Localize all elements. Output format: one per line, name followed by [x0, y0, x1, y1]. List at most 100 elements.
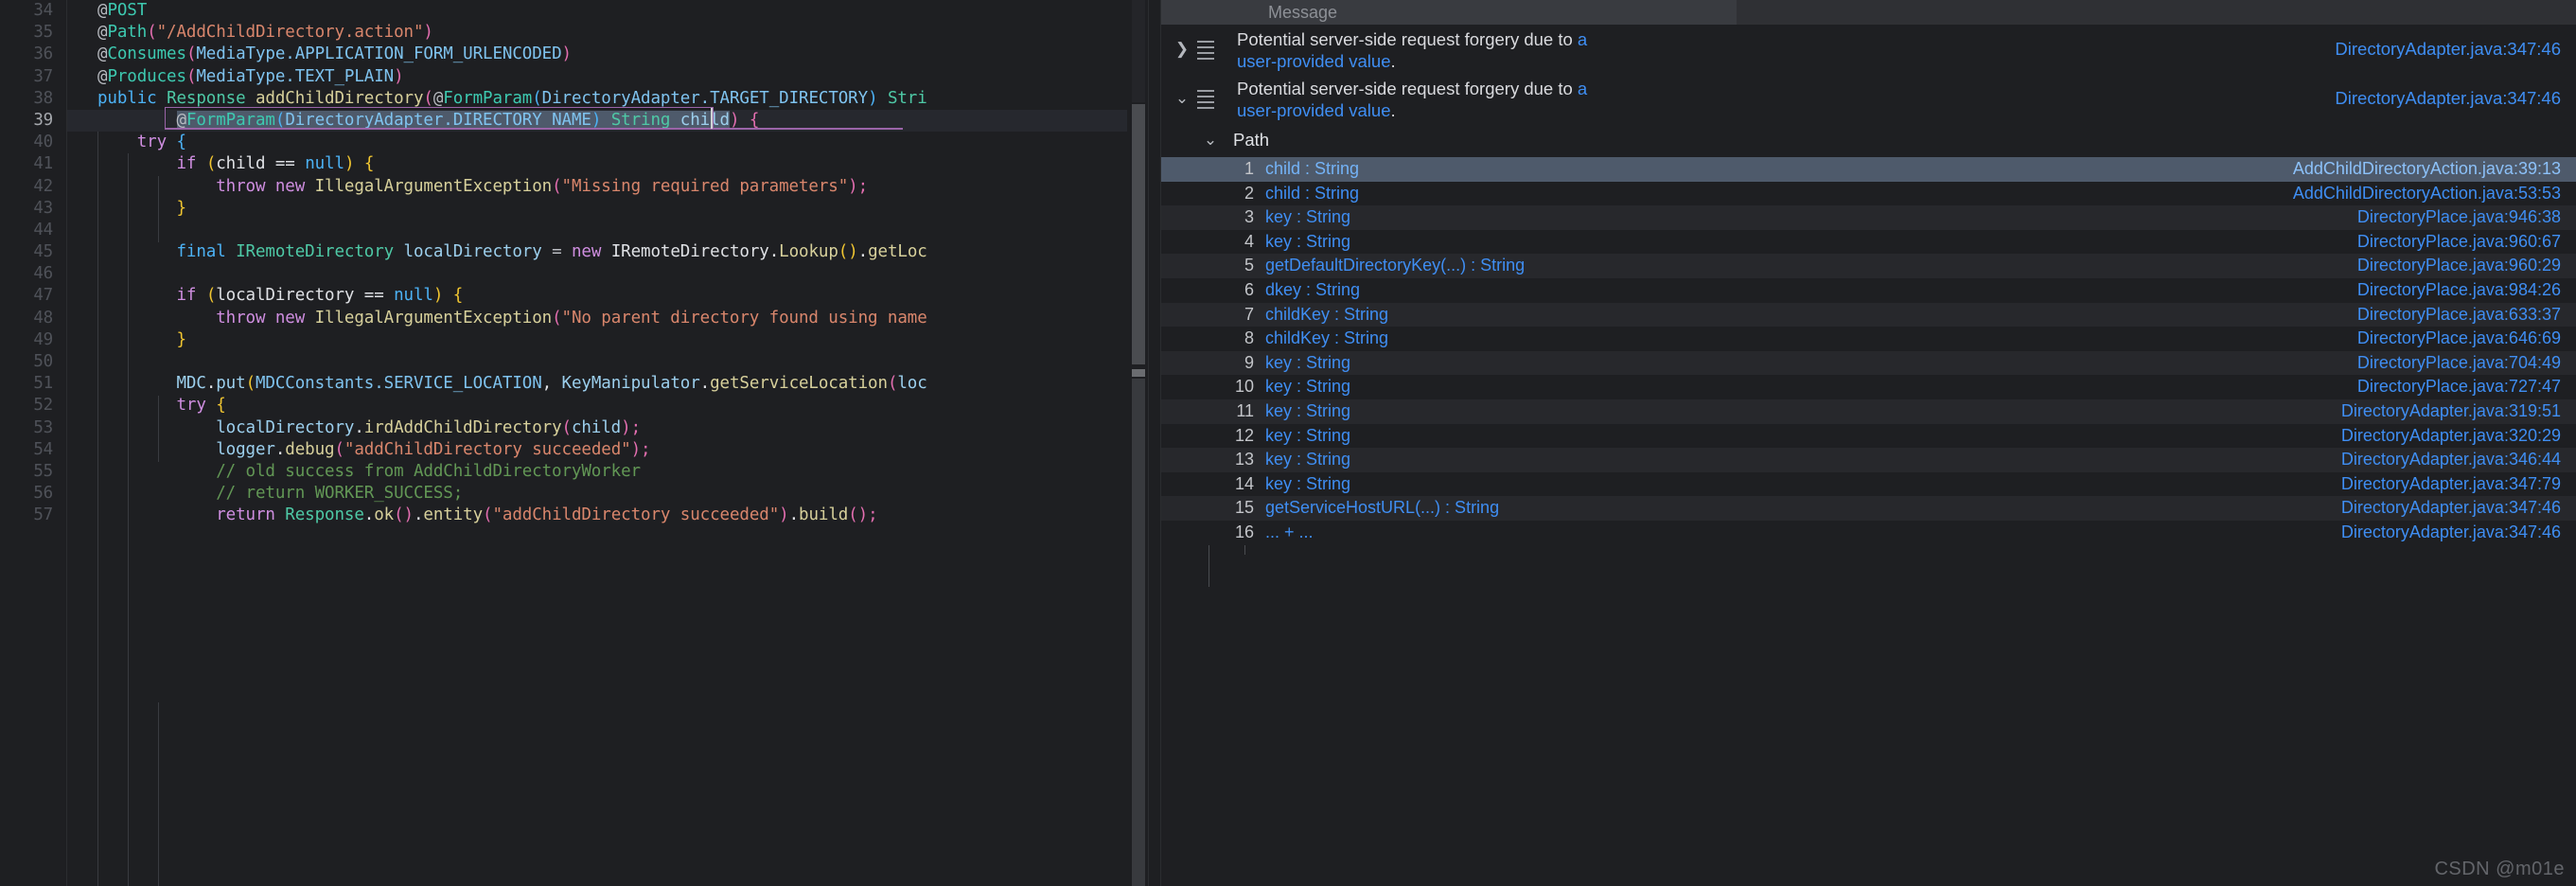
code-line[interactable] — [67, 263, 1148, 285]
path-item-label[interactable]: childKey : String — [1265, 303, 1388, 328]
editor-vertical-scrollbar[interactable] — [1127, 0, 1148, 886]
code-line[interactable]: throw new IllegalArgumentException("Miss… — [67, 176, 1148, 198]
path-item-location[interactable]: DirectoryAdapter.java:347:46 — [2341, 521, 2561, 545]
line-number[interactable]: 41 — [0, 153, 66, 175]
code-editor-pane[interactable]: 34 35 36 37 38 39 40 41 42 43 44 45 46 4… — [0, 0, 1148, 886]
path-item-row[interactable]: 15 getServiceHostURL(...) : String Direc… — [1161, 496, 2576, 521]
path-item-row[interactable]: 3 key : String DirectoryPlace.java:946:3… — [1161, 205, 2576, 230]
code-line[interactable]: } — [67, 198, 1148, 220]
line-number[interactable]: 49 — [0, 329, 66, 351]
path-item-location[interactable]: DirectoryAdapter.java:346:44 — [2341, 448, 2561, 472]
line-number[interactable]: 42 — [0, 176, 66, 198]
path-item-location[interactable]: DirectoryPlace.java:646:69 — [2357, 327, 2561, 351]
path-item-label[interactable]: key : String — [1265, 230, 1350, 255]
path-item-row[interactable]: 4 key : String DirectoryPlace.java:960:6… — [1161, 229, 2576, 255]
location-column-header-cell[interactable] — [1737, 0, 2576, 25]
path-item-location[interactable]: AddChildDirectoryAction.java:53:53 — [2293, 182, 2561, 206]
path-item-location[interactable]: DirectoryAdapter.java:319:51 — [2341, 399, 2561, 424]
line-number[interactable]: 56 — [0, 483, 66, 505]
path-item-location[interactable]: DirectoryAdapter.java:347:46 — [2341, 496, 2561, 521]
path-item-label[interactable]: dkey : String — [1265, 278, 1360, 303]
code-line[interactable]: MDC.put(MDCConstants.SERVICE_LOCATION, K… — [67, 373, 1148, 395]
finding-location-link[interactable]: DirectoryAdapter.java:347:46 — [2335, 39, 2561, 60]
code-line[interactable]: logger.debug("addChildDirectory succeede… — [67, 439, 1148, 461]
code-line[interactable]: } — [67, 329, 1148, 351]
path-item-location[interactable]: DirectoryPlace.java:960:67 — [2357, 230, 2561, 255]
code-line[interactable]: @POST — [67, 0, 1148, 22]
path-item-row[interactable]: 8 childKey : String DirectoryPlace.java:… — [1161, 327, 2576, 351]
path-item-label[interactable]: key : String — [1265, 351, 1350, 376]
path-item-row[interactable]: 2 child : String AddChildDirectoryAction… — [1161, 181, 2576, 206]
path-item-location[interactable]: DirectoryPlace.java:984:26 — [2357, 278, 2561, 303]
code-line[interactable] — [67, 351, 1148, 373]
line-number[interactable]: 45 — [0, 241, 66, 263]
code-line[interactable]: @Consumes(MediaType.APPLICATION_FORM_URL… — [67, 44, 1148, 65]
finding-location-link[interactable]: DirectoryAdapter.java:347:46 — [2335, 88, 2561, 109]
path-item-label[interactable]: key : String — [1265, 472, 1350, 497]
path-group-header[interactable]: ⌄ Path — [1161, 123, 2576, 157]
chevron-down-icon[interactable]: ⌄ — [1197, 123, 1224, 157]
code-line[interactable]: try { — [67, 132, 1148, 153]
code-line[interactable] — [67, 220, 1148, 241]
line-number-gutter[interactable]: 34 35 36 37 38 39 40 41 42 43 44 45 46 4… — [0, 0, 66, 886]
scrollbar-thumb[interactable] — [1132, 104, 1145, 364]
path-item-row[interactable]: 6 dkey : String DirectoryPlace.java:984:… — [1161, 277, 2576, 303]
line-number[interactable]: 55 — [0, 461, 66, 483]
path-item-location[interactable]: DirectoryPlace.java:704:49 — [2357, 351, 2561, 376]
code-line[interactable]: throw new IllegalArgumentException("No p… — [67, 308, 1148, 329]
line-number[interactable]: 40 — [0, 132, 66, 153]
path-item-row[interactable]: 16 ... + ... DirectoryAdapter.java:347:4… — [1161, 520, 2576, 545]
path-item-row[interactable]: 5 getDefaultDirectoryKey(...) : String D… — [1161, 254, 2576, 278]
path-item-label[interactable]: key : String — [1265, 424, 1350, 449]
path-item-row[interactable]: 7 childKey : String DirectoryPlace.java:… — [1161, 302, 2576, 328]
line-number[interactable]: 50 — [0, 351, 66, 373]
path-item-label[interactable]: getServiceHostURL(...) : String — [1265, 496, 1499, 521]
path-item-row[interactable]: 11 key : String DirectoryAdapter.java:31… — [1161, 399, 2576, 424]
path-item-location[interactable]: DirectoryPlace.java:960:29 — [2357, 254, 2561, 278]
line-number[interactable]: 38 — [0, 88, 66, 110]
finding-row[interactable]: ❯ Potential server-side request forgery … — [1161, 25, 2576, 74]
finding-message-link-a[interactable]: a — [1578, 79, 1587, 98]
finding-row-expanded[interactable]: ⌄ Potential server-side request forgery … — [1161, 74, 2576, 123]
path-item-label[interactable]: key : String — [1265, 448, 1350, 472]
line-number[interactable]: 52 — [0, 395, 66, 416]
path-item-row[interactable]: 10 key : String DirectoryPlace.java:727:… — [1161, 375, 2576, 399]
message-column-header-cell[interactable] — [1161, 0, 1737, 25]
finding-message-link-value[interactable]: user-provided value — [1237, 100, 1390, 120]
path-item-location[interactable]: DirectoryAdapter.java:347:79 — [2341, 472, 2561, 497]
path-item-label[interactable]: childKey : String — [1265, 327, 1388, 351]
results-rows[interactable]: ❯ Potential server-side request forgery … — [1161, 25, 2576, 886]
code-line[interactable]: public Response addChildDirectory(@FormP… — [67, 88, 1148, 110]
path-item-label[interactable]: key : String — [1265, 375, 1350, 399]
code-line[interactable]: // return WORKER_SUCCESS; — [67, 483, 1148, 505]
line-number[interactable]: 57 — [0, 505, 66, 526]
line-number[interactable]: 48 — [0, 308, 66, 329]
code-line[interactable]: if (localDirectory == null) { — [67, 285, 1148, 307]
path-item-row[interactable]: 9 key : String DirectoryPlace.java:704:4… — [1161, 350, 2576, 376]
path-item-location[interactable]: DirectoryAdapter.java:320:29 — [2341, 424, 2561, 449]
code-line[interactable]: @Path("/AddChildDirectory.action") — [67, 22, 1148, 44]
code-line[interactable]: if (child == null) { — [67, 153, 1148, 175]
path-item-location[interactable]: DirectoryPlace.java:633:37 — [2357, 303, 2561, 328]
line-number[interactable]: 36 — [0, 44, 66, 65]
path-item-row[interactable]: 1 child : String AddChildDirectoryAction… — [1161, 157, 2576, 182]
path-item-label[interactable]: ... + ... — [1265, 521, 1314, 545]
path-item-location[interactable]: DirectoryPlace.java:946:38 — [2357, 205, 2561, 230]
line-number[interactable]: 44 — [0, 220, 66, 241]
path-item-list[interactable]: 1 child : String AddChildDirectoryAction… — [1161, 157, 2576, 555]
path-item-location[interactable]: DirectoryPlace.java:727:47 — [2357, 375, 2561, 399]
code-line[interactable]: final IRemoteDirectory localDirectory = … — [67, 241, 1148, 263]
code-line[interactable]: // old success from AddChildDirectoryWor… — [67, 461, 1148, 483]
line-number[interactable]: 35 — [0, 22, 66, 44]
line-number[interactable]: 54 — [0, 439, 66, 461]
chevron-down-icon[interactable]: ⌄ — [1169, 74, 1195, 123]
path-item-row[interactable]: 14 key : String DirectoryAdapter.java:34… — [1161, 471, 2576, 497]
finding-message-link-value[interactable]: user-provided value — [1237, 51, 1390, 71]
line-number[interactable]: 51 — [0, 373, 66, 395]
path-item-location[interactable]: AddChildDirectoryAction.java:39:13 — [2293, 157, 2561, 182]
path-item-label[interactable]: key : String — [1265, 399, 1350, 424]
code-line[interactable]: @Produces(MediaType.TEXT_PLAIN) — [67, 66, 1148, 88]
code-line[interactable]: return Response.ok().entity("addChildDir… — [67, 505, 1148, 526]
line-number-current[interactable]: 39 — [0, 110, 66, 132]
path-item-label[interactable]: key : String — [1265, 205, 1350, 230]
